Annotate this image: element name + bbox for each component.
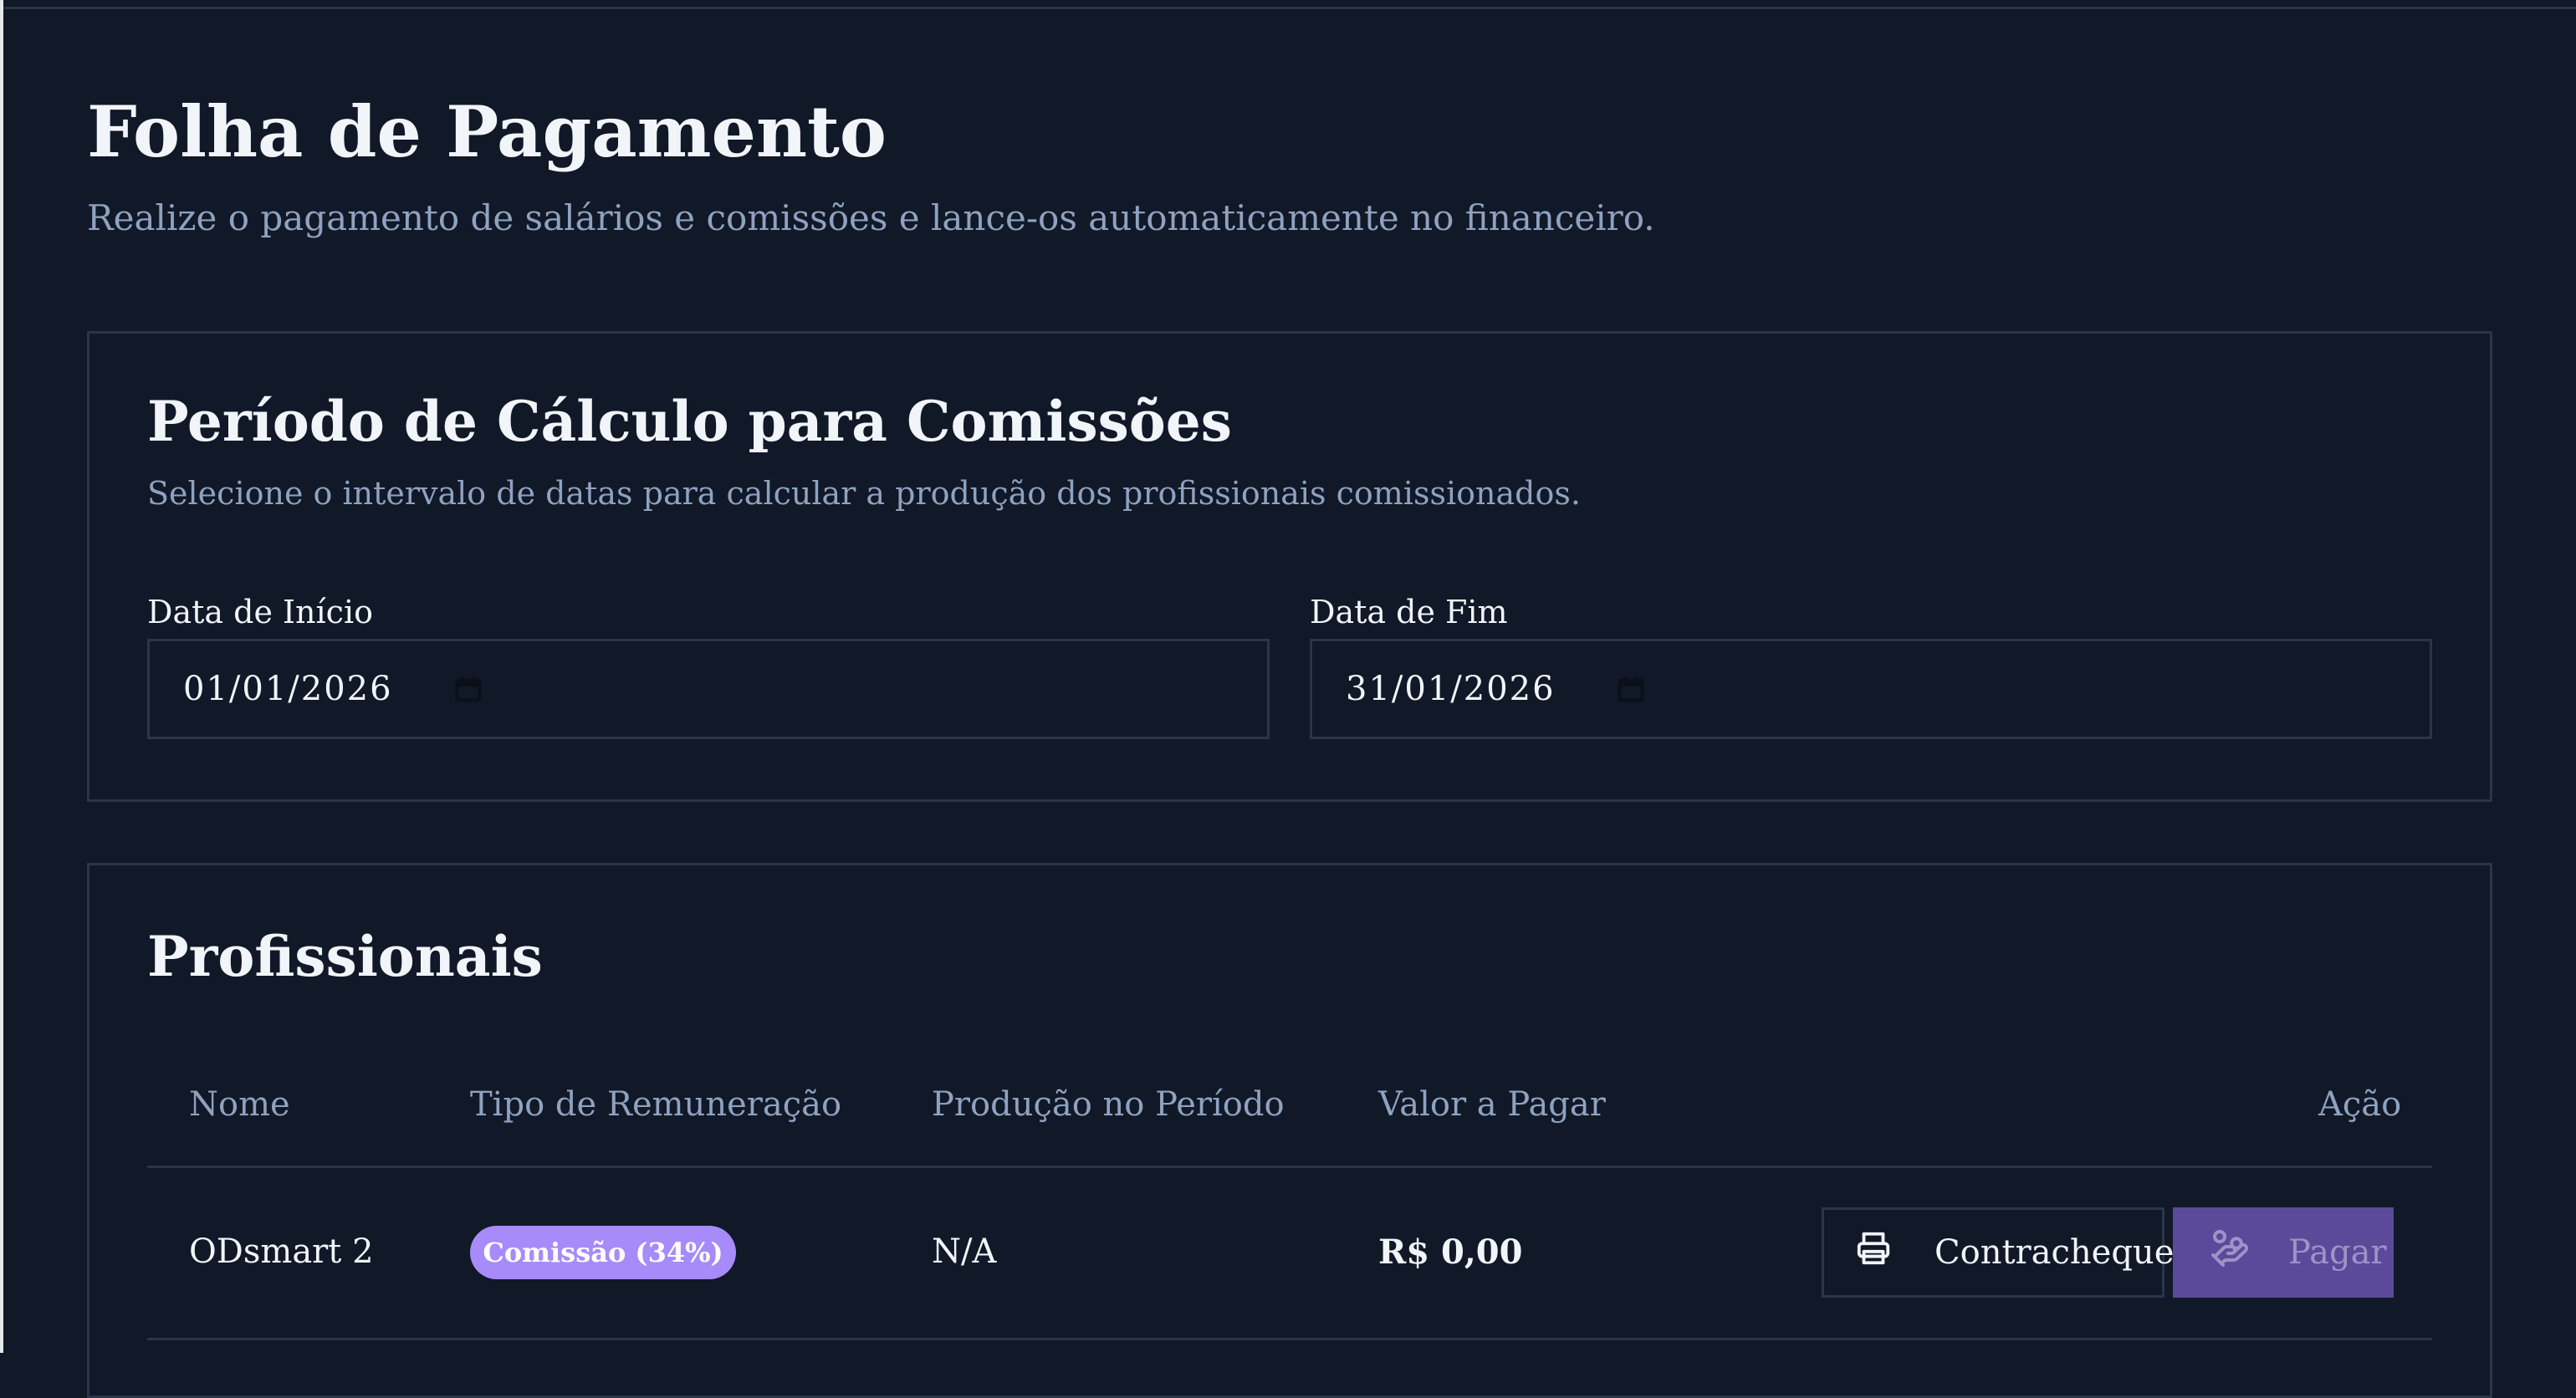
page-subtitle: Realize o pagamento de salários e comiss… <box>87 197 1655 238</box>
end-date-input[interactable]: 31/01/2026 <box>1310 639 2432 739</box>
column-header-action: Ação <box>2318 1085 2402 1124</box>
hand-coins-icon <box>2210 1228 2250 1277</box>
table-header-divider <box>147 1166 2432 1168</box>
top-border <box>0 7 2576 9</box>
pay-button-label: Pagar <box>2288 1233 2387 1272</box>
column-header-type: Tipo de Remuneração <box>470 1085 842 1124</box>
remuneration-type-badge: Comissão (34%) <box>470 1226 736 1279</box>
start-date-label: Data de Início <box>147 594 373 630</box>
column-header-amount: Valor a Pagar <box>1378 1085 1606 1124</box>
left-edge <box>0 0 3 1353</box>
table-row-divider <box>147 1338 2432 1340</box>
start-date-value: 01/01/2026 <box>183 670 393 708</box>
printer-icon <box>1854 1229 1893 1276</box>
row-amount: R$ 0,00 <box>1378 1232 1523 1272</box>
column-header-name: Nome <box>189 1085 290 1124</box>
end-date-value: 31/01/2026 <box>1346 670 1556 708</box>
calendar-icon[interactable] <box>453 674 483 704</box>
calendar-icon[interactable] <box>1616 674 1646 704</box>
column-header-production: Produção no Período <box>932 1085 1285 1124</box>
row-name: ODsmart 2 <box>189 1232 374 1271</box>
period-card-title: Período de Cálculo para Comissões <box>147 389 1232 454</box>
professionals-title: Profissionais <box>147 924 543 989</box>
payslip-button[interactable]: Contracheque <box>1822 1207 2174 1298</box>
period-card-description: Selecione o intervalo de datas para calc… <box>147 475 1581 512</box>
pay-button[interactable]: Pagar <box>2173 1207 2394 1298</box>
start-date-input[interactable]: 01/01/2026 <box>147 639 1270 739</box>
payslip-button-label: Contracheque <box>1935 1233 2175 1272</box>
row-production: N/A <box>932 1232 997 1271</box>
page-title: Folha de Pagamento <box>87 90 887 173</box>
end-date-label: Data de Fim <box>1310 594 1508 630</box>
